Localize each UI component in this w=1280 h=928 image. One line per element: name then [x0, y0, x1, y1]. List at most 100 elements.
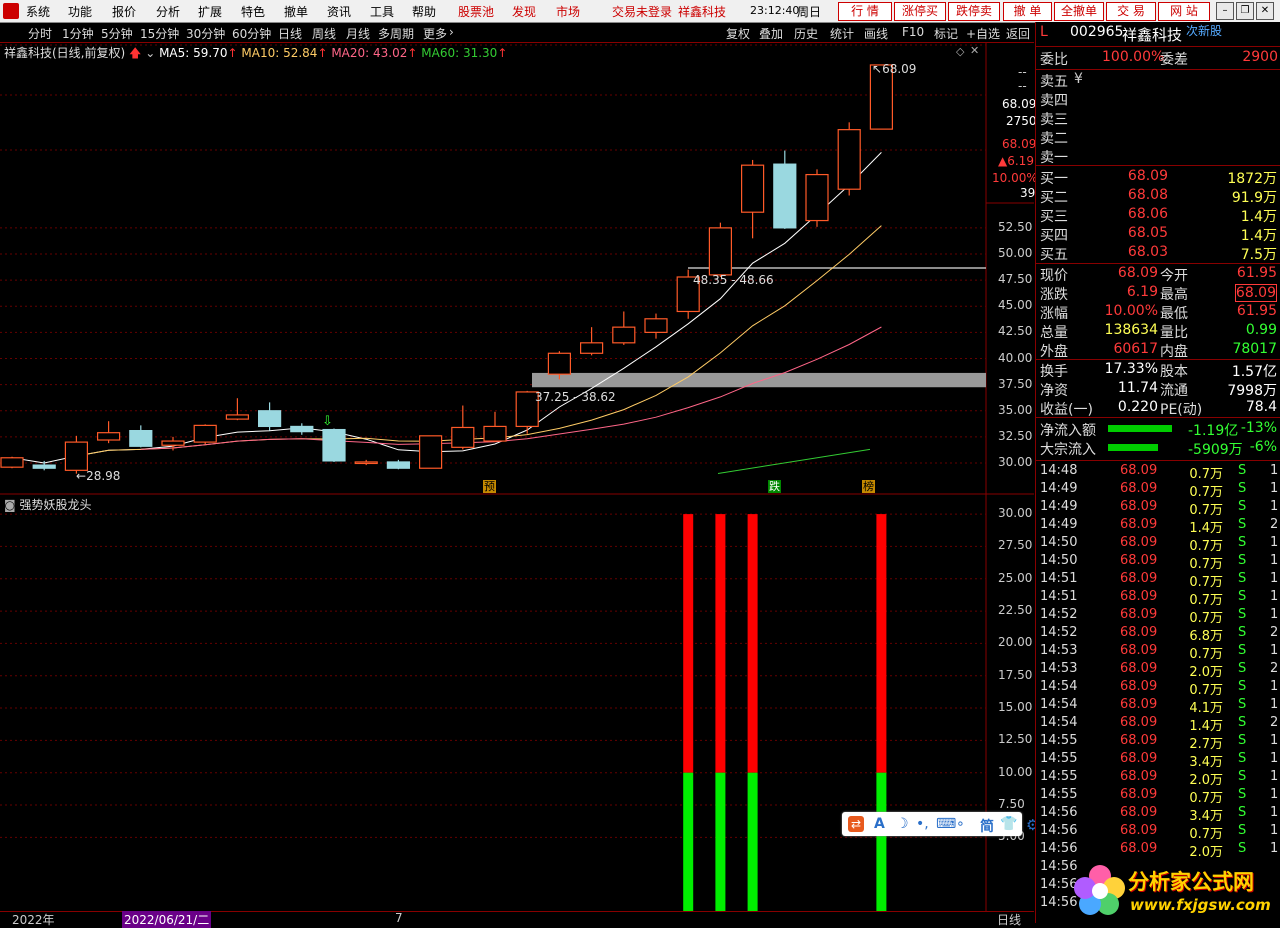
header-button-4[interactable]: 全撤单: [1054, 2, 1104, 21]
tick-row: 14:55 68.09 2.7万 S 1: [1036, 733, 1280, 752]
period-tab-8[interactable]: 月线: [346, 25, 370, 42]
menu-item-8[interactable]: 工具: [370, 3, 394, 20]
header-button-3[interactable]: 撤 单: [1003, 2, 1052, 21]
bottom-year: 2022年: [12, 913, 55, 927]
sell-row: 卖一: [1036, 147, 1280, 166]
ime-simplified-icon[interactable]: 简: [980, 816, 994, 836]
sell-label: 卖五: [1040, 74, 1068, 90]
mark-yu[interactable]: 预: [483, 480, 496, 493]
mark-die[interactable]: 跌: [768, 480, 781, 493]
legend-menu-icon[interactable]: ⌄: [145, 46, 155, 60]
period-tab-9[interactable]: 多周期: [378, 25, 414, 42]
menu-item-3[interactable]: 分析: [156, 3, 180, 20]
ime-toolbar[interactable]: ⇄ A ☽ •, ⌨ ∘ 简 👕: [842, 812, 1022, 836]
price-axis-label: 52.50: [998, 219, 1033, 234]
tool-button-0[interactable]: 复权: [726, 25, 750, 42]
period-tab-7[interactable]: 周线: [312, 25, 336, 42]
period-tab-3[interactable]: 15分钟: [140, 25, 179, 42]
tick-price: 68.09: [1120, 553, 1158, 568]
restore-icon[interactable]: ❐: [1236, 2, 1254, 20]
chart-area[interactable]: [0, 43, 1034, 911]
flow-row: 大宗流入 -5909万 -6%: [1036, 439, 1280, 458]
ime-mic-icon[interactable]: ∘: [956, 816, 965, 832]
stat-label-2: 最低: [1160, 306, 1188, 322]
legend-arrow-icon[interactable]: 🡅: [129, 46, 141, 60]
watermark-name: 分析家公式网: [1128, 870, 1254, 894]
tick-volume: 0.7万: [1189, 593, 1223, 608]
menu-item-5[interactable]: 特色: [241, 3, 265, 20]
ime-punct-icon[interactable]: •,: [916, 816, 929, 832]
buy-vol: 91.9万: [1231, 190, 1277, 206]
candle-up: [708, 227, 733, 276]
period-more-chevron-icon[interactable]: ›: [449, 25, 454, 39]
sell-label: 卖一: [1040, 150, 1068, 166]
stock-badge[interactable]: 次新股: [1186, 22, 1222, 39]
menu-item-4[interactable]: 扩展: [198, 3, 222, 20]
stat-label: 涨跌: [1040, 287, 1068, 303]
diamond-icon[interactable]: ◇: [956, 45, 964, 58]
period-tab-6[interactable]: 日线: [278, 25, 302, 42]
tick-price: 68.09: [1120, 607, 1158, 622]
ime-skin-icon[interactable]: 👕: [1000, 816, 1017, 832]
indicator-axis-label: 27.50: [998, 538, 1033, 553]
keyboard-icon[interactable]: ⌨: [936, 816, 956, 832]
close-icon[interactable]: ✕: [1256, 2, 1274, 20]
menu-item-6[interactable]: 撤单: [284, 3, 308, 20]
minimize-icon[interactable]: –: [1216, 2, 1234, 20]
indicator-title[interactable]: ◙ 强势妖股龙头: [4, 496, 92, 513]
buy-row[interactable]: 买一 68.09 1872万: [1036, 168, 1280, 187]
tool-button-7[interactable]: +自选: [966, 25, 1000, 42]
menu-red-item-0[interactable]: 股票池: [458, 3, 494, 20]
menu-red-item-1[interactable]: 发现: [512, 3, 536, 20]
tool-button-2[interactable]: 历史: [794, 25, 818, 42]
tick-time: 14:50: [1040, 535, 1078, 550]
stat-row: 外盘 60617 内盘 78017: [1036, 341, 1280, 360]
tool-button-8[interactable]: 返回: [1006, 25, 1030, 42]
period-tab-0[interactable]: 分时: [28, 25, 52, 42]
tick-price: 68.09: [1120, 841, 1158, 856]
mark-bang[interactable]: 榜: [862, 480, 875, 493]
ime-lang-icon[interactable]: A: [874, 816, 885, 832]
header-button-5[interactable]: 交 易: [1106, 2, 1156, 21]
header-button-1[interactable]: 涨停买: [894, 2, 946, 21]
tick-price: 68.09: [1120, 823, 1158, 838]
tick-row: 14:53 68.09 0.7万 S 1: [1036, 643, 1280, 662]
stat2-row: 净资 11.74 流通 7998万: [1036, 380, 1280, 399]
login-status[interactable]: 交易未登录: [612, 3, 672, 20]
weicha-value: 2900: [1242, 49, 1278, 65]
buy-row[interactable]: 买五 68.03 7.5万: [1036, 244, 1280, 263]
period-tab-10[interactable]: 更多: [423, 25, 447, 42]
tool-button-5[interactable]: F10: [902, 25, 924, 39]
buy-row[interactable]: 买四 68.05 1.4万: [1036, 225, 1280, 244]
tick-count: 2: [1270, 661, 1279, 676]
header-button-6[interactable]: 网 站: [1158, 2, 1210, 21]
ime-logo-icon[interactable]: ⇄: [848, 816, 864, 832]
tool-button-4[interactable]: 画线: [864, 25, 888, 42]
tool-button-6[interactable]: 标记: [934, 25, 958, 42]
buy-row[interactable]: 买二 68.08 91.9万: [1036, 187, 1280, 206]
menu-item-0[interactable]: 系统: [26, 3, 50, 20]
tick-side: S: [1238, 571, 1247, 586]
flow-label: 大宗流入: [1040, 442, 1096, 458]
price-axis-label: 42.50: [998, 324, 1033, 339]
period-tab-4[interactable]: 30分钟: [186, 25, 225, 42]
period-tab-2[interactable]: 5分钟: [101, 25, 133, 42]
period-tab-1[interactable]: 1分钟: [62, 25, 94, 42]
tool-button-3[interactable]: 统计: [830, 25, 854, 42]
tool-button-1[interactable]: 叠加: [759, 25, 783, 42]
header-button-0[interactable]: 行 情: [838, 2, 892, 21]
candle-down: [322, 428, 346, 462]
tick-side: S: [1238, 769, 1247, 784]
menu-item-7[interactable]: 资讯: [327, 3, 351, 20]
candle-up: [161, 440, 185, 446]
tick-row: 14:48 68.09 0.7万 S 1: [1036, 463, 1280, 482]
ime-moon-icon[interactable]: ☽: [896, 816, 909, 832]
menu-item-2[interactable]: 报价: [112, 3, 136, 20]
chart-close-icon[interactable]: ✕: [970, 44, 979, 57]
menu-red-item-2[interactable]: 市场: [556, 3, 580, 20]
menu-item-1[interactable]: 功能: [68, 3, 92, 20]
menu-item-9[interactable]: 帮助: [412, 3, 436, 20]
header-button-2[interactable]: 跌停卖: [948, 2, 1000, 21]
buy-row[interactable]: 买三 68.06 1.4万: [1036, 206, 1280, 225]
period-tab-5[interactable]: 60分钟: [232, 25, 271, 42]
